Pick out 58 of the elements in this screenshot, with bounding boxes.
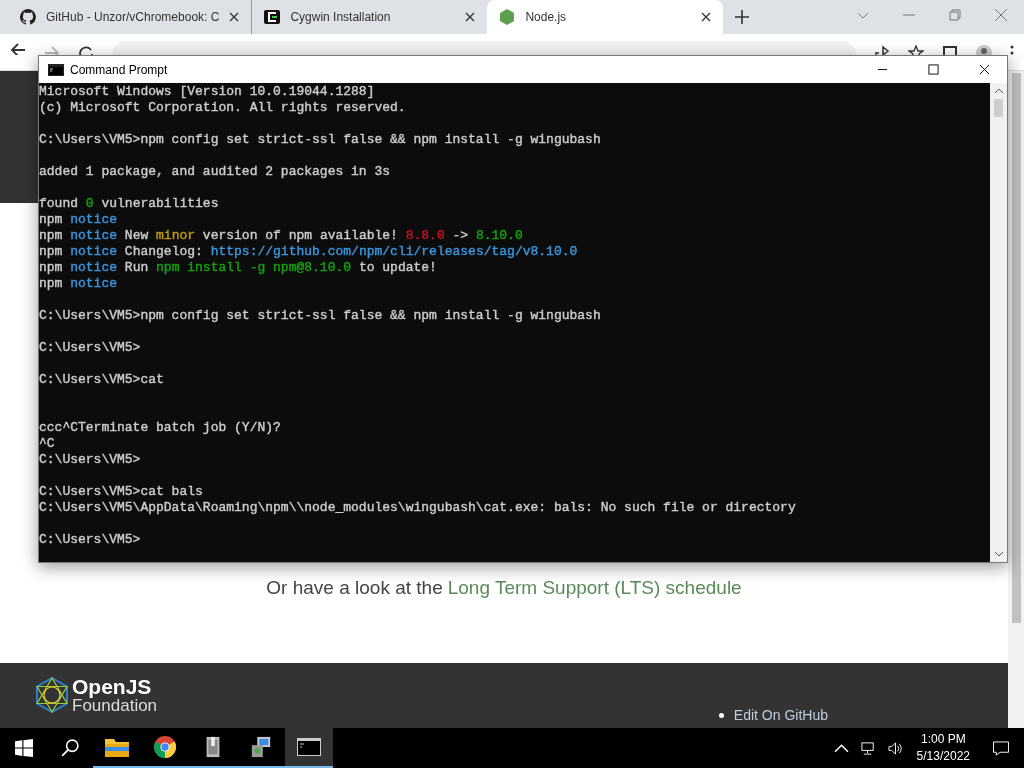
console-line: ccc^CTerminate batch job (Y/N)?	[39, 420, 282, 436]
clock-time[interactable]: 1:00 PM	[920, 731, 966, 748]
console-line: npm notice New minor version of npm available! 8.8.0 -> 8.10.0	[39, 228, 524, 244]
share-icon[interactable]	[874, 45, 890, 55]
console-line: npm notice Changelog: https://github.com/npm/cli/releases/tag/v8.10.0	[39, 244, 579, 260]
chrome-icon	[153, 736, 177, 758]
bullet-icon	[718, 712, 724, 718]
logo-subtitle: Foundation	[72, 697, 158, 714]
console-line: C:\Users\VM5\AppData\Roaming\npm\\node_modules\wingubash\cat.exe: bals: No such file or directory	[39, 500, 797, 516]
search-icon[interactable]	[61, 739, 79, 757]
browser-tab[interactable]: GitHub - Unzor/vChromebook: C	[8, 0, 252, 34]
network-icon[interactable]	[860, 740, 876, 756]
star-icon[interactable]	[908, 45, 924, 55]
console-line: C:\Users\VM5>cat	[39, 372, 165, 388]
lts-text: Or have a look at the	[266, 577, 443, 599]
console-line: found 0 vulnerabilities	[39, 196, 220, 212]
close-icon[interactable]	[979, 64, 990, 75]
close-icon[interactable]	[701, 12, 712, 22]
console-line: C:\Users\VM5>npm config set strict-ssl false && npm install -g wingubash	[39, 308, 602, 324]
browser-tab[interactable]: Node.js	[487, 0, 724, 34]
hexagon-icon	[499, 9, 516, 25]
github-icon	[20, 9, 36, 25]
scroll-up-icon[interactable]	[993, 88, 1004, 94]
cygwin-icon	[264, 9, 281, 25]
folder-icon	[105, 736, 129, 758]
maximize-icon[interactable]	[928, 64, 939, 75]
console-line: npm notice	[39, 212, 119, 228]
taskbar-app[interactable]	[285, 728, 333, 768]
console-line: C:\Users\VM5>npm config set strict-ssl false && npm install -g wingubash	[39, 132, 602, 148]
clock-date[interactable]: 5/13/2022	[916, 748, 970, 765]
console-line: C:\Users\VM5>	[39, 532, 142, 548]
console-line: added 1 package, and audited 2 packages in 3s	[39, 164, 392, 180]
console-line: C:\Users\VM5>cat bals	[39, 484, 204, 500]
back-icon[interactable]	[10, 41, 26, 58]
console-line: npm notice	[39, 276, 119, 292]
scroll-down-icon[interactable]	[993, 551, 1004, 557]
openjs-logo-icon	[34, 677, 70, 713]
window-title: Command Prompt	[70, 62, 168, 77]
menu-icon[interactable]	[1010, 45, 1014, 55]
footer-link[interactable]: Edit On GitHub	[733, 707, 828, 723]
plus-icon[interactable]	[735, 10, 750, 24]
windows-start-icon[interactable]	[15, 739, 33, 757]
reload-icon[interactable]	[78, 45, 94, 55]
close-icon[interactable]	[465, 12, 476, 22]
console-line: C:\Users\VM5>	[39, 340, 142, 356]
logo-title: OpenJS	[72, 676, 153, 697]
console-icon	[48, 63, 64, 76]
console-line: ^C	[39, 436, 56, 452]
notification-icon[interactable]	[992, 740, 1010, 756]
installer-icon	[249, 736, 273, 758]
lts-link[interactable]: Long Term Support (LTS) schedule	[447, 577, 742, 599]
volume-icon[interactable]	[887, 740, 903, 756]
console-line: Microsoft Windows [Version 10.0.19044.1288]	[39, 84, 376, 100]
close-icon[interactable]	[229, 12, 240, 22]
console-line: (c) Microsoft Corporation. All rights reserved.	[39, 100, 407, 116]
console-line: npm notice Run npm install -g npm@8.10.0 to update!	[39, 260, 438, 276]
console-line: C:\Users\VM5>	[39, 452, 142, 468]
console-icon	[297, 736, 321, 758]
